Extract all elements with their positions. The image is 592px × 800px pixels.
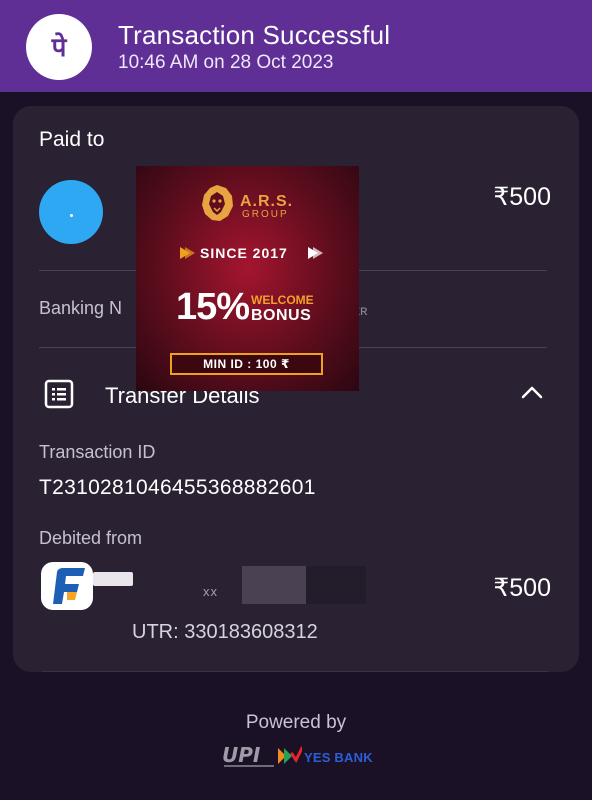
transaction-datetime: 10:46 AM on 28 Oct 2023 [118,52,334,73]
transaction-id-value[interactable]: T2310281046455368882601 [39,476,316,500]
receipt-list-icon [43,378,75,415]
avatar-initial [69,213,73,217]
upi-logo-icon: UPI [222,743,304,767]
redaction-block [306,566,366,604]
upi-yes-bank-logos: UPI YES BANK [220,742,380,772]
federal-bank-logo-icon [41,562,93,610]
header-bar: पे Transaction Successful 10:46 AM on 28… [0,0,592,92]
ad-brand-sub: GROUP [242,209,289,220]
arrow-right-icon [178,245,196,266]
masked-account-bar [93,572,133,586]
debited-from-label: Debited from [39,528,143,548]
ad-min-id-badge: MIN ID : 100 ₹ [170,353,323,375]
footer-divider [42,671,548,672]
logo-glyph: पे [51,32,68,63]
paid-amount: ₹500 [493,183,551,211]
ad-since-text: SINCE 2017 [200,245,288,261]
powered-by-label: Powered by [245,712,347,733]
payee-avatar [39,180,103,244]
ars-group-ad-banner[interactable]: A.R.S. GROUP SINCE 2017 15% WELCOME BONU… [136,166,359,391]
ad-bonus-text: BONUS [251,307,312,324]
ad-bonus-percent: 15% [176,286,250,328]
redaction-block [242,566,306,604]
arrow-right-icon [306,245,324,266]
paid-to-label: Paid to [39,128,105,151]
ad-welcome-text: WELCOME [251,293,314,307]
yes-bank-logo: YES BANK [304,750,373,765]
masked-account-number: xx [203,584,218,599]
banking-name-label: Banking N [39,298,123,318]
debited-amount: ₹500 [493,574,551,602]
lion-logo-icon [196,182,238,229]
phonepe-logo-icon: पे [26,14,92,80]
svg-text:UPI: UPI [222,743,261,767]
transaction-id-label: Transaction ID [39,442,156,462]
chevron-up-icon[interactable] [521,384,543,405]
utr-number[interactable]: UTR: 330183608312 [132,621,318,644]
page-title: Transaction Successful [118,20,391,50]
